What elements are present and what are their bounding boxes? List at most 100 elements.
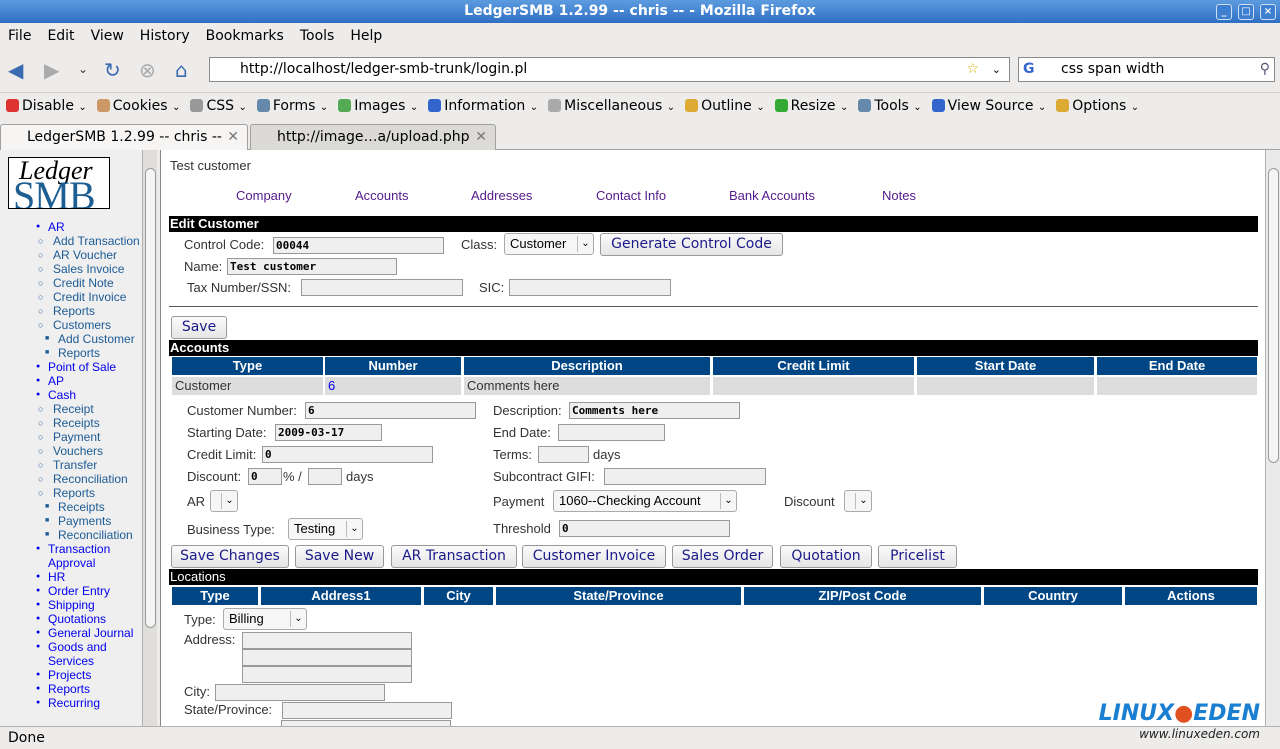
sidebar-item[interactable]: Transfer <box>0 458 142 472</box>
sidebar-item[interactable]: Point of Sale <box>0 360 142 374</box>
sidebar-item[interactable]: Payments <box>0 514 142 528</box>
location-type-select[interactable]: Billing ⌄ <box>223 608 307 630</box>
discount-account-select[interactable]: ⌄ <box>844 490 872 512</box>
home-icon[interactable]: ⌂ <box>175 58 188 82</box>
url-bar[interactable]: http://localhost/ledger-smb-trunk/login.… <box>209 57 1010 82</box>
google-icon[interactable]: G <box>1023 58 1035 81</box>
sidebar-item[interactable]: AP <box>0 374 142 388</box>
customer-invoice-button[interactable]: Customer Invoice <box>522 545 666 568</box>
end-date-input[interactable] <box>558 424 665 441</box>
back-icon[interactable]: ◀ <box>8 58 23 82</box>
sidebar-item[interactable]: Cash <box>0 388 142 402</box>
address-line3-input[interactable] <box>242 666 412 683</box>
customer-number-input[interactable]: 6 <box>305 402 476 419</box>
tab-upload[interactable]: http://image…a/upload.php ✕ <box>250 124 496 150</box>
devtool-images[interactable]: Images ⌄ <box>338 98 418 114</box>
devtool-cookies[interactable]: Cookies ⌄ <box>96 98 180 114</box>
tab-company[interactable]: Company <box>236 188 292 203</box>
save-button[interactable]: Save <box>171 316 227 339</box>
devtool-resize[interactable]: Resize ⌄ <box>774 98 848 114</box>
sidebar-item[interactable]: Reports <box>0 682 142 696</box>
reload-icon[interactable]: ↻ <box>104 58 121 82</box>
close-button[interactable]: × <box>1260 4 1276 20</box>
sidebar-item[interactable]: Recurring <box>0 696 142 710</box>
sales-order-button[interactable]: Sales Order <box>672 545 773 568</box>
name-input[interactable]: Test customer <box>227 258 397 275</box>
discount-input[interactable]: 0 <box>248 468 282 485</box>
ar-transaction-button[interactable]: AR Transaction <box>391 545 517 568</box>
sidebar-scrollbar[interactable] <box>142 150 157 726</box>
sidebar-item[interactable]: Vouchers <box>0 444 142 458</box>
tab-contact-info[interactable]: Contact Info <box>596 188 666 203</box>
description-input[interactable]: Comments here <box>569 402 740 419</box>
sidebar-item[interactable]: Reports <box>0 486 142 500</box>
pricelist-button[interactable]: Pricelist <box>878 545 957 568</box>
sidebar-item[interactable]: Shipping <box>0 598 142 612</box>
menu-tools[interactable]: Tools <box>300 24 335 48</box>
sidebar-item[interactable]: Receipts <box>0 416 142 430</box>
business-type-select[interactable]: Testing ⌄ <box>288 518 363 540</box>
tab-ledgersmb[interactable]: LedgerSMB 1.2.99 -- chris -- ✕ <box>0 124 248 150</box>
threshold-input[interactable]: 0 <box>559 520 730 537</box>
search-icon[interactable]: ⚲ <box>1260 58 1270 81</box>
menu-view[interactable]: View <box>91 24 124 48</box>
menu-edit[interactable]: Edit <box>47 24 74 48</box>
sidebar-item[interactable]: Reconciliation <box>0 472 142 486</box>
quotation-button[interactable]: Quotation <box>780 545 872 568</box>
sidebar-item[interactable]: Customers <box>0 318 142 332</box>
menu-file[interactable]: File <box>8 24 31 48</box>
main-scrollbar[interactable] <box>1265 150 1280 726</box>
address-line1-input[interactable] <box>242 632 412 649</box>
devtool-miscellaneous[interactable]: Miscellaneous ⌄ <box>548 98 675 114</box>
city-input[interactable] <box>215 684 385 701</box>
minimize-button[interactable]: _ <box>1216 4 1232 20</box>
menu-history[interactable]: History <box>140 24 190 48</box>
state-input[interactable] <box>282 702 452 719</box>
devtool-information[interactable]: Information ⌄ <box>428 98 538 114</box>
sidebar-item[interactable]: Add Transaction <box>0 234 142 248</box>
devtool-css[interactable]: CSS ⌄ <box>190 98 247 114</box>
address-line2-input[interactable] <box>242 649 412 666</box>
sidebar-item[interactable]: Payment <box>0 430 142 444</box>
subcontract-gifi-input[interactable] <box>604 468 766 485</box>
devtool-view-source[interactable]: View Source ⌄ <box>931 98 1046 114</box>
menu-bookmarks[interactable]: Bookmarks <box>206 24 284 48</box>
sidebar-item[interactable]: AR <box>0 220 142 234</box>
sidebar-item[interactable]: Receipts <box>0 500 142 514</box>
devtool-options[interactable]: Options ⌄ <box>1056 98 1139 114</box>
maximize-button[interactable]: □ <box>1238 4 1254 20</box>
class-select[interactable]: Customer ⌄ <box>504 233 594 255</box>
sidebar-item[interactable]: Receipt <box>0 402 142 416</box>
sidebar-item[interactable]: Quotations <box>0 612 142 626</box>
sidebar-item[interactable]: Projects <box>0 668 142 682</box>
devtool-outline[interactable]: Outline ⌄ <box>685 98 765 114</box>
save-changes-button[interactable]: Save Changes <box>171 545 289 568</box>
sidebar-item[interactable]: Order Entry <box>0 584 142 598</box>
url-dropdown-icon[interactable]: ⌄ <box>992 58 1001 81</box>
discount-days-input[interactable] <box>308 468 342 485</box>
sidebar-item[interactable]: Sales Invoice <box>0 262 142 276</box>
devtool-tools[interactable]: Tools ⌄ <box>858 98 922 114</box>
tab-bank-accounts[interactable]: Bank Accounts <box>729 188 815 203</box>
sidebar-item[interactable]: Credit Invoice <box>0 290 142 304</box>
sidebar-item[interactable]: Goods and Services <box>0 640 142 668</box>
sidebar-item[interactable]: Reports <box>0 304 142 318</box>
sidebar-item[interactable]: Credit Note <box>0 276 142 290</box>
stop-icon[interactable]: ⊗ <box>139 58 156 82</box>
tab-addresses[interactable]: Addresses <box>471 188 532 203</box>
starting-date-input[interactable]: 2009-03-17 <box>275 424 382 441</box>
sidebar-item[interactable]: Reports <box>0 346 142 360</box>
search-input[interactable]: Gcss span width ⚲ <box>1018 57 1275 82</box>
sidebar-item[interactable]: AR Voucher <box>0 248 142 262</box>
sidebar-item[interactable]: HR <box>0 570 142 584</box>
sidebar-item[interactable]: Transaction Approval <box>0 542 142 570</box>
close-tab-icon[interactable]: ✕ <box>475 125 487 149</box>
devtool-disable[interactable]: Disable ⌄ <box>6 98 87 114</box>
forward-icon[interactable]: ▶ <box>44 58 59 82</box>
credit-limit-input[interactable]: 0 <box>262 446 433 463</box>
bookmark-star-icon[interactable]: ☆ <box>966 58 979 81</box>
devtool-forms[interactable]: Forms ⌄ <box>256 98 328 114</box>
sidebar-item[interactable]: Add Customer <box>0 332 142 346</box>
save-new-button[interactable]: Save New <box>295 545 384 568</box>
generate-control-code-button[interactable]: Generate Control Code <box>600 233 783 256</box>
